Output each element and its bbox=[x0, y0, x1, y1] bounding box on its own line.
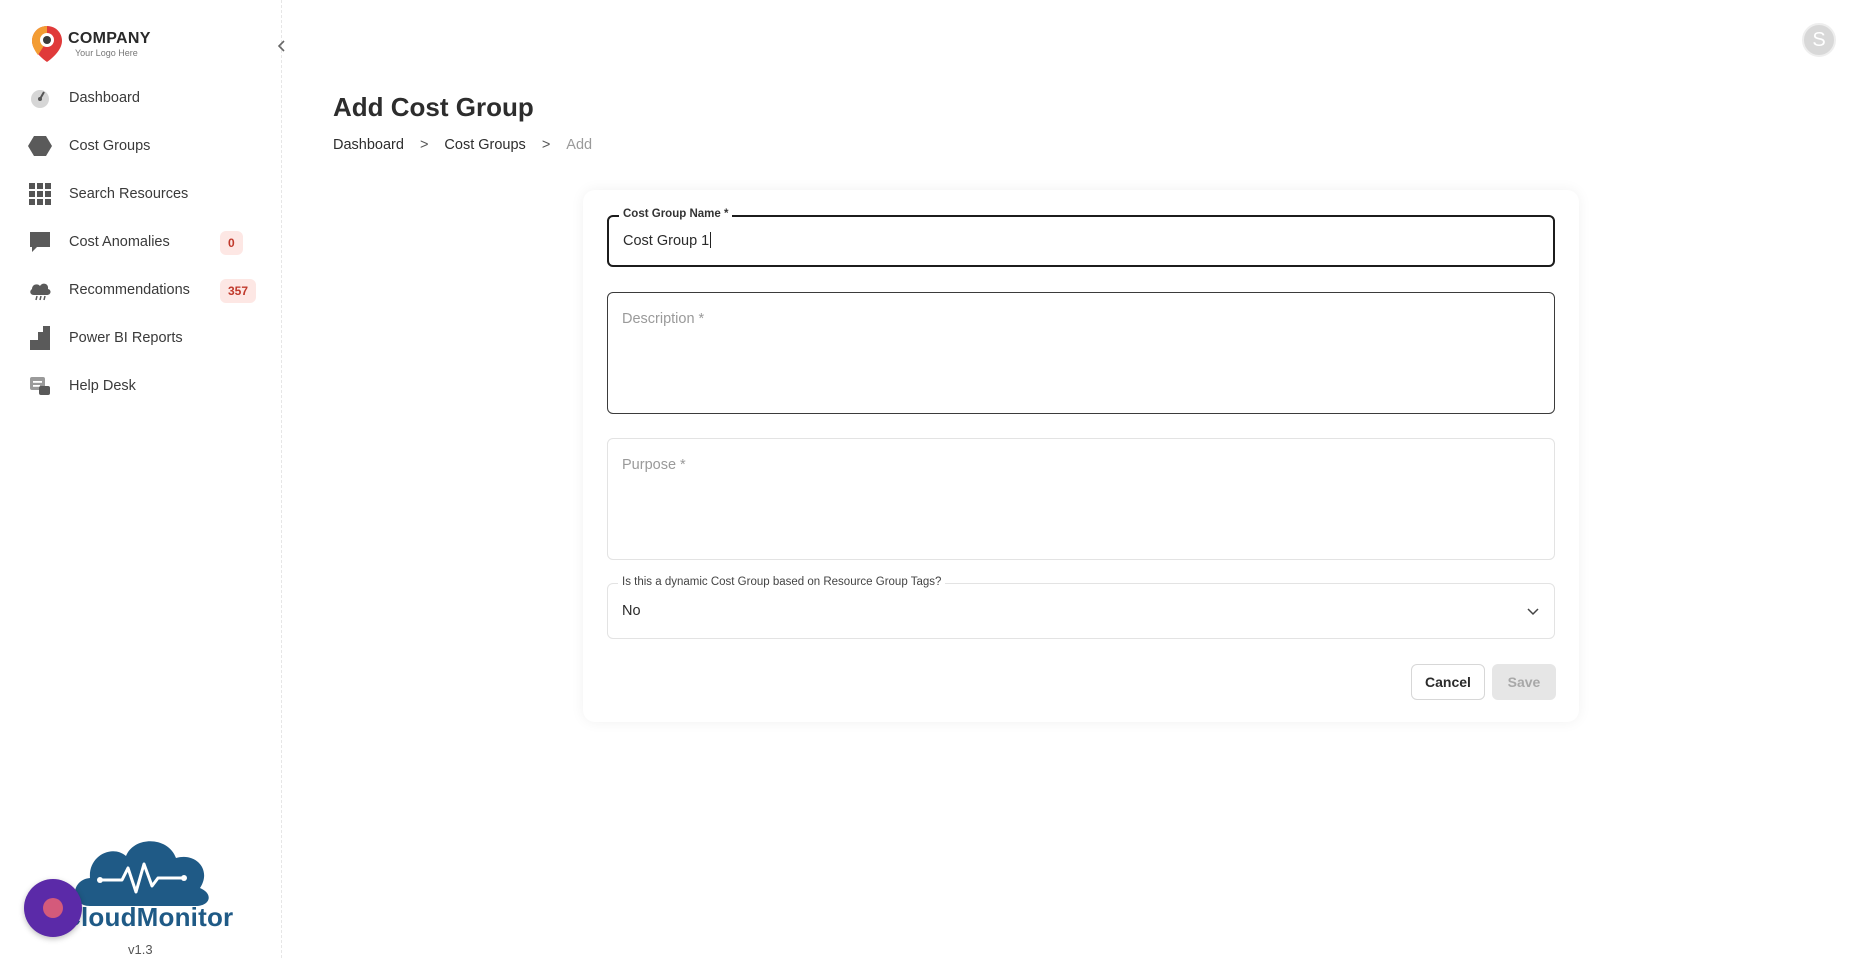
logo-pin-icon bbox=[30, 24, 64, 64]
purpose-field[interactable]: Purpose * bbox=[607, 438, 1555, 560]
sidebar-item-label: Recommendations bbox=[69, 282, 190, 298]
product-name: CloudMonitor bbox=[62, 902, 234, 932]
sidebar-nav: Dashboard Cost Groups Search Resources C… bbox=[0, 74, 282, 410]
company-name: COMPANY bbox=[68, 29, 151, 47]
breadcrumb-current: Add bbox=[566, 137, 593, 153]
breadcrumb-separator: > bbox=[541, 137, 551, 153]
chat-launcher-icon bbox=[43, 898, 63, 918]
user-avatar[interactable]: S bbox=[1802, 23, 1836, 57]
sidebar-item-recommendations[interactable]: Recommendations 357 bbox=[0, 266, 282, 314]
sidebar-item-label: Help Desk bbox=[69, 378, 136, 394]
description-field[interactable]: Description * bbox=[607, 292, 1555, 414]
breadcrumb-cost-groups[interactable]: Cost Groups bbox=[444, 137, 525, 153]
sidebar-item-dashboard[interactable]: Dashboard bbox=[0, 74, 282, 122]
cost-group-name-label: Cost Group Name * bbox=[619, 208, 733, 220]
cancel-button[interactable]: Cancel bbox=[1411, 664, 1485, 700]
recommendations-count-badge: 357 bbox=[220, 279, 257, 303]
breadcrumb: Dashboard > Cost Groups > Add bbox=[333, 137, 592, 153]
sidebar-item-help-desk[interactable]: Help Desk bbox=[0, 362, 282, 410]
sidebar: COMPANY Your Logo Here Dashboard Cost Gr… bbox=[0, 0, 285, 958]
sidebar-item-label: Search Resources bbox=[69, 186, 189, 202]
save-button[interactable]: Save bbox=[1492, 664, 1556, 700]
add-cost-group-form: Cost Group Name * Cost Group 1 Descripti… bbox=[583, 190, 1579, 722]
cost-group-name-field[interactable]: Cost Group Name * Cost Group 1 bbox=[607, 208, 1555, 267]
collapse-sidebar-button[interactable] bbox=[274, 38, 290, 54]
cloud-icon bbox=[28, 278, 52, 302]
sidebar-item-label: Cost Groups bbox=[69, 138, 151, 154]
sidebar-item-label: Cost Anomalies bbox=[69, 234, 170, 250]
helpdesk-icon bbox=[28, 374, 52, 398]
company-logo[interactable]: COMPANY Your Logo Here bbox=[30, 22, 151, 66]
description-placeholder: Description * bbox=[622, 311, 705, 327]
sidebar-item-label: Power BI Reports bbox=[69, 330, 183, 346]
cost-group-name-value: Cost Group 1 bbox=[623, 233, 710, 249]
grid-icon bbox=[28, 182, 52, 206]
anomalies-count-badge: 0 bbox=[220, 231, 243, 255]
purpose-placeholder: Purpose * bbox=[622, 457, 686, 473]
breadcrumb-dashboard[interactable]: Dashboard bbox=[333, 137, 404, 153]
version-label: v1.3 bbox=[128, 942, 153, 957]
dynamic-cost-group-label: Is this a dynamic Cost Group based on Re… bbox=[618, 576, 946, 588]
chat-icon bbox=[28, 230, 52, 254]
text-cursor bbox=[710, 232, 712, 248]
breadcrumb-separator: > bbox=[419, 137, 429, 153]
sidebar-item-search-resources[interactable]: Search Resources bbox=[0, 170, 282, 218]
report-icon bbox=[28, 326, 52, 350]
sidebar-item-label: Dashboard bbox=[69, 90, 140, 106]
sidebar-item-power-bi-reports[interactable]: Power BI Reports bbox=[0, 314, 282, 362]
dynamic-cost-group-select[interactable]: Is this a dynamic Cost Group based on Re… bbox=[607, 576, 1555, 639]
sidebar-item-cost-anomalies[interactable]: Cost Anomalies 0 bbox=[0, 218, 282, 266]
dynamic-cost-group-value: No bbox=[622, 603, 641, 619]
hexagon-icon bbox=[28, 134, 52, 158]
page-title: Add Cost Group bbox=[333, 92, 534, 122]
sidebar-item-cost-groups[interactable]: Cost Groups bbox=[0, 122, 282, 170]
chat-launcher-button[interactable] bbox=[24, 879, 82, 937]
company-tagline: Your Logo Here bbox=[75, 47, 138, 58]
gauge-icon bbox=[28, 86, 52, 110]
chevron-down-icon bbox=[1527, 608, 1539, 616]
chevron-left-icon bbox=[277, 40, 285, 52]
